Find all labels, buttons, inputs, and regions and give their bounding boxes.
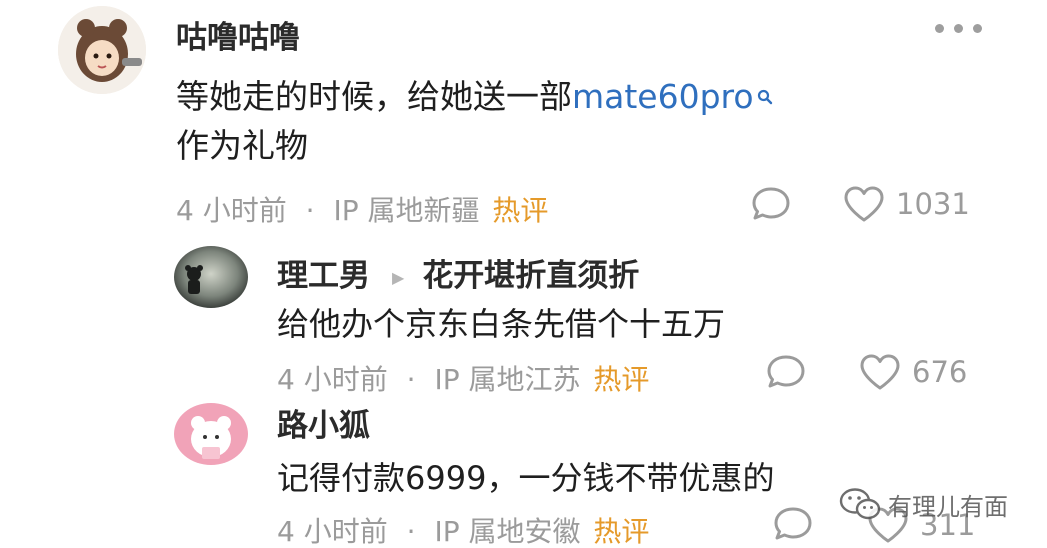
reply-text: 给他办个京东白条先借个十五万: [277, 305, 726, 343]
like-button[interactable]: 676: [858, 353, 967, 391]
wechat-icon: [839, 488, 881, 520]
comment-ip: IP 属地新疆: [333, 194, 480, 227]
avatar[interactable]: [174, 246, 248, 308]
reply-time: 4 小时前: [277, 515, 388, 548]
meta-separator: ·: [305, 194, 315, 227]
comment-username[interactable]: 咕噜咕噜: [176, 12, 300, 57]
like-button[interactable]: 1031: [842, 185, 970, 223]
reply-button[interactable]: [765, 354, 807, 390]
reply-ip: IP 属地安徽: [434, 515, 581, 548]
hot-badge: 热评: [492, 194, 549, 227]
reply-username[interactable]: 路小狐: [277, 400, 370, 445]
comment-text-line2: 作为礼物: [176, 126, 308, 165]
avatar[interactable]: [174, 403, 248, 465]
search-icon[interactable]: [756, 70, 774, 120]
like-count: 1031: [896, 187, 970, 221]
hot-badge: 热评: [593, 363, 650, 396]
search-link[interactable]: mate60pro: [572, 77, 754, 116]
reply-text: 记得付款6999，一分钱不带优惠的: [277, 459, 775, 497]
reply-time: 4 小时前: [277, 363, 388, 396]
more-horizontal-icon[interactable]: [935, 24, 982, 33]
hot-badge: 热评: [593, 515, 650, 548]
reply-button[interactable]: [772, 506, 814, 542]
reply-ip: IP 属地江苏: [434, 363, 581, 396]
reply-to-username[interactable]: 花开堪折直须折: [422, 258, 639, 294]
comment-time: 4 小时前: [176, 194, 287, 227]
watermark: 有理儿有面: [838, 486, 1008, 522]
watermark-text: 有理儿有面: [888, 492, 1008, 521]
comment-text: 等她走的时候，给她送一部mate60pro: [176, 72, 774, 122]
comment-icon: [767, 355, 805, 388]
comment-text-prefix: 等她走的时候，给她送一部: [176, 77, 572, 116]
heart-icon: [844, 186, 884, 222]
reply-username-row: 理工男 ▶ 花开堪折直须折: [277, 250, 639, 295]
comment-meta: 4 小时前 · IP 属地新疆 热评: [176, 189, 548, 229]
reply-username[interactable]: 理工男: [277, 258, 370, 294]
reply-meta: 4 小时前 · IP 属地江苏 热评: [277, 358, 649, 398]
like-count: 676: [912, 355, 968, 389]
avatar[interactable]: [58, 6, 146, 94]
meta-separator: ·: [406, 515, 416, 548]
meta-separator: ·: [406, 363, 416, 396]
reply-button[interactable]: [750, 186, 792, 222]
comment-icon: [752, 187, 790, 220]
reply-meta: 4 小时前 · IP 属地安徽 热评: [277, 510, 649, 548]
heart-icon: [860, 354, 900, 390]
comment-icon: [774, 507, 812, 540]
reply-arrow-icon: ▶: [392, 268, 405, 287]
